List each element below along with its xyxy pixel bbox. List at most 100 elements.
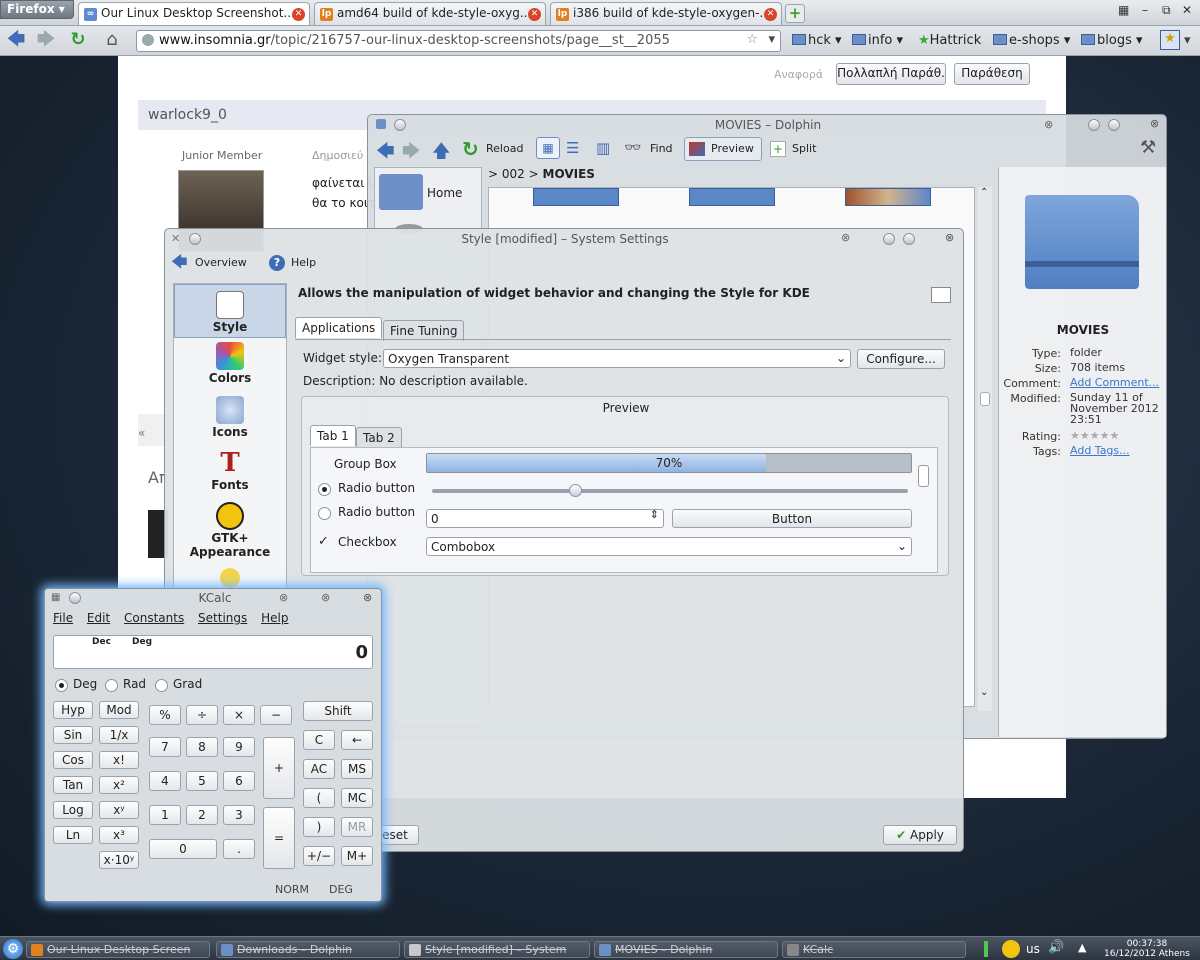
menu-constants[interactable]: Constants [124, 611, 184, 625]
taskbar-task[interactable]: Style [modified] – System [404, 941, 590, 958]
sticky-icon[interactable] [189, 233, 201, 245]
kcalc-func-button[interactable]: 1/x [99, 726, 139, 744]
preview-scrollbar[interactable] [918, 465, 930, 565]
folder-icon[interactable] [533, 188, 619, 206]
radio-button-1[interactable] [318, 483, 331, 496]
kcalc-digit-button[interactable]: 3 [223, 805, 255, 825]
icons-view-icon[interactable]: ▦ [536, 137, 560, 159]
preview-button[interactable]: Button [672, 509, 912, 528]
reload-button[interactable]: Reload [486, 142, 523, 155]
new-tab-plus-icon[interactable]: + [785, 4, 805, 23]
close-tab-icon[interactable]: ✕ [528, 8, 541, 21]
quote-button[interactable]: Παράθεση [954, 63, 1030, 85]
toolbar-more-icon[interactable]: ▾ [1184, 33, 1191, 48]
preview-tab-2[interactable]: Tab 2 [356, 427, 402, 448]
kcalc-digit-button[interactable]: 2 [186, 805, 218, 825]
kcalc-memory-button[interactable]: Shift [303, 701, 373, 721]
tray-expand-icon[interactable]: ▲ [1078, 941, 1086, 954]
sidebar-item-gtk[interactable]: GTK+ Appearance [174, 502, 286, 559]
kcalc-equals-button[interactable]: = [263, 807, 295, 869]
help-icon[interactable]: ? [269, 255, 285, 271]
close-tab-icon[interactable]: ✕ [292, 8, 305, 21]
forward-arrow-icon[interactable]: 🡆 [402, 139, 421, 169]
kcalc-func-button[interactable]: Log [53, 801, 93, 819]
spinbox[interactable]: 0 ⇕ [426, 508, 664, 528]
menu-settings[interactable]: Settings [198, 611, 247, 625]
spin-arrows-icon[interactable]: ⇕ [650, 508, 659, 521]
split-button[interactable]: Split [792, 142, 816, 155]
close-window-icon[interactable]: ⊗ [1150, 117, 1159, 130]
keep-above-icon[interactable]: ⊗ [279, 591, 288, 604]
kcalc-digit-button[interactable]: − [260, 705, 292, 725]
scroll-thumb[interactable] [980, 392, 990, 406]
checkbox-checked-icon[interactable]: ✓ [318, 534, 329, 549]
kcalc-plus-button[interactable]: + [263, 737, 295, 799]
keep-above-icon[interactable]: ⊗ [1044, 118, 1053, 131]
configure-button[interactable]: Configure... [857, 349, 945, 369]
kcalc-memory-button[interactable]: AC [303, 759, 335, 779]
close-window-icon[interactable]: ⊗ [945, 231, 954, 244]
taskbar-task[interactable]: MOVIES – Dolphin [594, 941, 778, 958]
sidebar-item-fonts[interactable]: T Fonts [174, 449, 286, 492]
kcalc-digit-button[interactable]: 9 [223, 737, 255, 757]
sidebar-item-icons[interactable]: Icons [174, 396, 286, 439]
post-username[interactable]: warlock9_0 [148, 107, 227, 123]
help-button[interactable]: Help [291, 256, 316, 269]
volume-icon[interactable]: 🔊 [1048, 940, 1064, 955]
preview-tab-1[interactable]: Tab 1 [310, 425, 356, 446]
kcalc-digit-button[interactable]: 6 [223, 771, 255, 791]
kcalc-digit-button[interactable]: . [223, 839, 255, 859]
menu-edit[interactable]: Edit [87, 611, 110, 625]
maximize-icon[interactable] [1108, 119, 1120, 131]
slider[interactable] [432, 484, 908, 497]
kcalc-memory-button[interactable]: MC [341, 788, 373, 808]
close-window-icon[interactable]: ✕ [1182, 3, 1192, 17]
preview-toggle[interactable]: Preview [684, 137, 762, 161]
sticky-icon[interactable] [394, 119, 406, 131]
binoculars-icon[interactable]: 👓 [624, 140, 641, 156]
tab-insomnia[interactable]: ∞ Our Linux Desktop Screenshot... ✕ [78, 2, 310, 25]
sidebar-item-style[interactable]: Style [174, 284, 286, 338]
slider-handle[interactable] [568, 484, 582, 497]
back-arrow-icon[interactable]: 🡄 [171, 251, 188, 278]
kcalc-func-button[interactable]: Tan [53, 776, 93, 794]
angle-grad-radio[interactable] [155, 679, 168, 692]
widget-style-select[interactable]: Oxygen Transparent ⌄ [383, 349, 851, 368]
kcalc-digit-button[interactable]: 4 [149, 771, 181, 791]
kde-menu-icon[interactable]: ⚙ [3, 939, 23, 959]
tab-list-icon[interactable]: ▦ [1118, 3, 1129, 17]
site-identity-icon[interactable] [142, 34, 154, 46]
home-icon[interactable]: ⌂ [100, 30, 124, 52]
breadcrumb-current[interactable]: MOVIES [543, 167, 595, 181]
back-arrow-icon[interactable]: 🡄 [376, 139, 395, 169]
home-folder-icon[interactable] [379, 174, 423, 210]
minimize-icon[interactable] [1088, 119, 1100, 131]
kcalc-func-button[interactable]: xʸ [99, 801, 139, 819]
tab-fine-tuning[interactable]: Fine Tuning [383, 320, 465, 341]
menu-help[interactable]: Help [261, 611, 288, 625]
kcalc-func-button[interactable]: x·10ʸ [99, 851, 139, 869]
split-icon[interactable]: + [770, 141, 786, 157]
add-tags-link[interactable]: Add Tags... [1070, 445, 1165, 456]
bookmark-hck[interactable]: hck ▾ [792, 33, 842, 48]
kcalc-memory-button[interactable]: ( [303, 788, 335, 808]
kcalc-digit-button[interactable]: 7 [149, 737, 181, 757]
apply-button[interactable]: ✔ Apply [883, 825, 957, 845]
taskbar-task[interactable]: Our Linux Desktop Screen [26, 941, 210, 958]
tab-i386[interactable]: lp i386 build of kde-style-oxygen-... ✕ [550, 2, 782, 25]
scroll-up-icon[interactable]: ⌃ [980, 187, 988, 198]
kcalc-func-button[interactable]: Mod [99, 701, 139, 719]
bookmark-star-icon[interactable]: ☆ [746, 32, 758, 47]
bookmark-hattrick[interactable]: ★Hattrick [918, 33, 981, 48]
back-arrow-icon[interactable]: 🡄 [4, 30, 28, 52]
kcalc-func-button[interactable]: x! [99, 751, 139, 769]
bookmark-blogs[interactable]: blogs ▾ [1081, 33, 1143, 48]
menu-file[interactable]: File [53, 611, 73, 625]
maximize-icon[interactable] [903, 233, 915, 245]
sidebar-item-colors[interactable]: Colors [174, 342, 286, 385]
keyboard-layout[interactable]: us [1026, 942, 1040, 956]
details-view-icon[interactable]: ☰ [566, 139, 579, 157]
battery-icon[interactable] [984, 941, 988, 957]
kcalc-memory-button[interactable]: MR [341, 817, 373, 837]
angle-rad-radio[interactable] [105, 679, 118, 692]
